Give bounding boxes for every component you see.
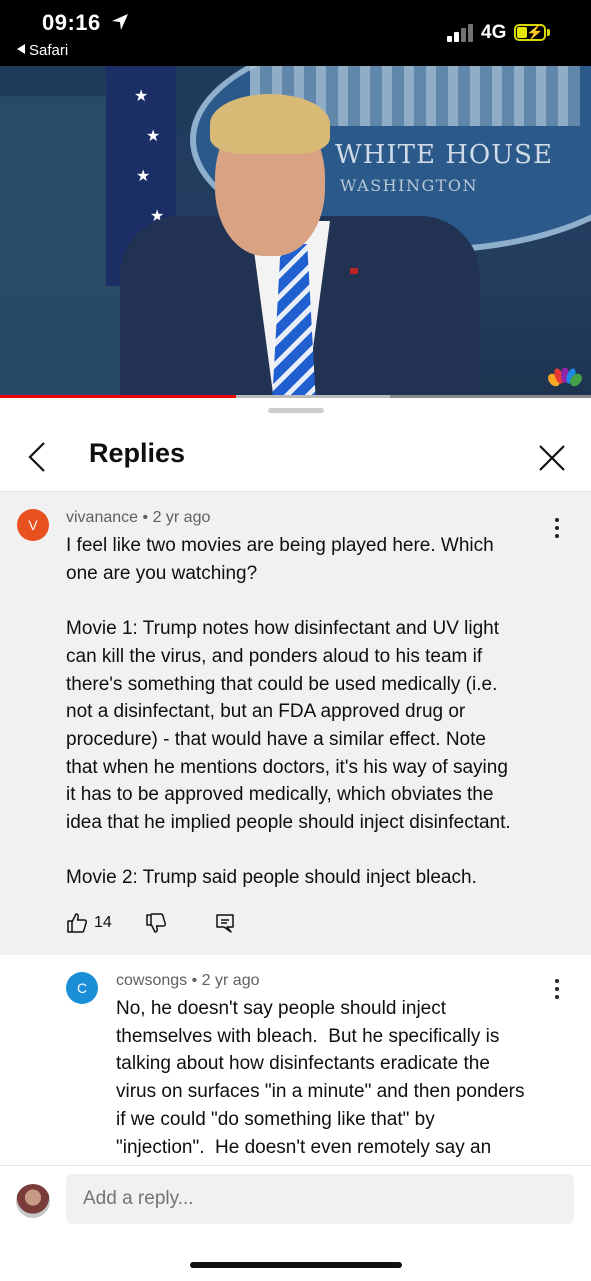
status-time: 09:16 — [42, 10, 101, 35]
reply-author[interactable]: cowsongs — [116, 972, 187, 989]
comment-actions: 14 — [66, 910, 266, 936]
meta-separator: • — [191, 972, 198, 989]
comment-text: I feel like two movies are being played … — [66, 535, 511, 889]
back-to-safari-link[interactable]: Safari — [17, 42, 68, 59]
battery-cap — [547, 29, 550, 36]
video-player[interactable]: WHITE HOUSE WASHINGTON ★★ ★★ ★ — [0, 66, 591, 398]
back-triangle-icon — [17, 44, 25, 54]
back-app-label: Safari — [29, 42, 69, 59]
dislike-button[interactable] — [145, 910, 167, 936]
avatar[interactable]: C — [66, 972, 98, 1004]
close-icon[interactable] — [536, 442, 568, 474]
add-reply-input[interactable] — [66, 1174, 574, 1224]
thumbs-down-icon — [146, 913, 167, 933]
flag-pin — [350, 268, 358, 274]
parent-comment: V vivanance • 2 yr ago I feel like two m… — [0, 492, 591, 955]
reply-composer — [0, 1165, 591, 1281]
network-type: 4G — [481, 22, 507, 43]
battery-icon: ⚡ — [514, 24, 546, 41]
replies-sheet: Replies V vivanance • 2 yr ago I feel li… — [0, 398, 591, 1281]
comment-author[interactable]: vivanance — [66, 509, 138, 526]
backdrop-text-washington: WASHINGTON — [340, 176, 479, 195]
avatar — [16, 1184, 50, 1218]
status-bar: 09:16 Safari 4G ⚡ — [0, 0, 591, 66]
thumbs-up-icon — [67, 913, 88, 933]
like-count: 14 — [94, 914, 112, 931]
reply-age: 2 yr ago — [201, 972, 260, 989]
reply-text: No, he doesn't say people should inject … — [116, 998, 525, 1158]
avatar[interactable]: V — [17, 509, 49, 541]
back-chevron-icon[interactable] — [22, 440, 52, 474]
like-button[interactable]: 14 — [66, 910, 112, 936]
reply-comment: C cowsongs • 2 yr ago No, he doesn't say… — [0, 955, 591, 1165]
comment-age: 2 yr ago — [152, 509, 211, 526]
reply-button[interactable] — [214, 910, 236, 936]
drag-handle[interactable] — [268, 408, 324, 413]
reply-comment-icon — [216, 914, 234, 933]
backdrop-text-white-house: WHITE HOUSE — [335, 140, 553, 170]
meta-separator: • — [142, 509, 149, 526]
home-indicator[interactable] — [190, 1262, 402, 1268]
cellular-signal-icon — [447, 24, 475, 42]
sheet-header: Replies — [0, 418, 591, 492]
page-title: Replies — [89, 438, 186, 468]
nbc-peacock-icon — [548, 368, 582, 387]
comment-meta: vivanance • 2 yr ago — [66, 509, 210, 527]
speaker-hair — [210, 94, 330, 154]
location-arrow-icon — [112, 14, 128, 30]
reply-meta: cowsongs • 2 yr ago — [116, 972, 259, 990]
